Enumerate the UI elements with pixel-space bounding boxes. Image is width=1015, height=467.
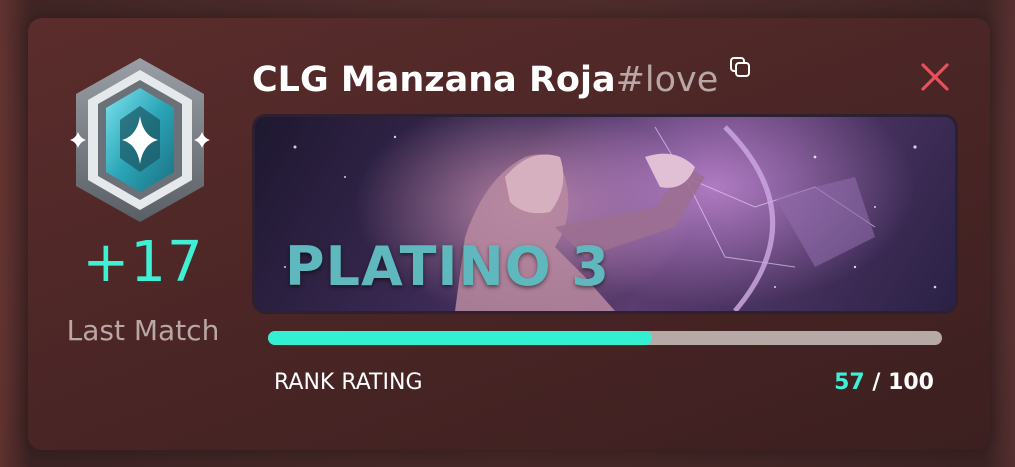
- rank-name: PLATINO 3: [285, 235, 610, 298]
- player-name-text: CLG Manzana Roja: [252, 60, 616, 100]
- rank-rating-separator: /: [864, 370, 889, 395]
- rank-banner: PLATINO 3: [252, 114, 958, 314]
- close-icon[interactable]: [920, 62, 950, 92]
- rank-rating-label: RANK RATING: [274, 370, 423, 395]
- rank-card: +17 Last Match CLG Manzana Roja#love PLA…: [28, 18, 990, 450]
- copy-icon[interactable]: [728, 55, 752, 79]
- rank-rating-value: 57 / 100: [834, 370, 934, 395]
- player-name: CLG Manzana Roja#love: [252, 60, 718, 100]
- rank-rating-progress-fill: [268, 331, 653, 345]
- rank-rating-max: 100: [888, 370, 934, 395]
- platinum-emblem-icon: [70, 58, 210, 222]
- rank-rating-current: 57: [834, 370, 865, 395]
- rank-rating-progress-bar: [268, 331, 942, 345]
- rr-change: +17: [82, 230, 204, 295]
- player-tag: #love: [615, 60, 719, 100]
- last-match-label: Last Match: [66, 314, 220, 347]
